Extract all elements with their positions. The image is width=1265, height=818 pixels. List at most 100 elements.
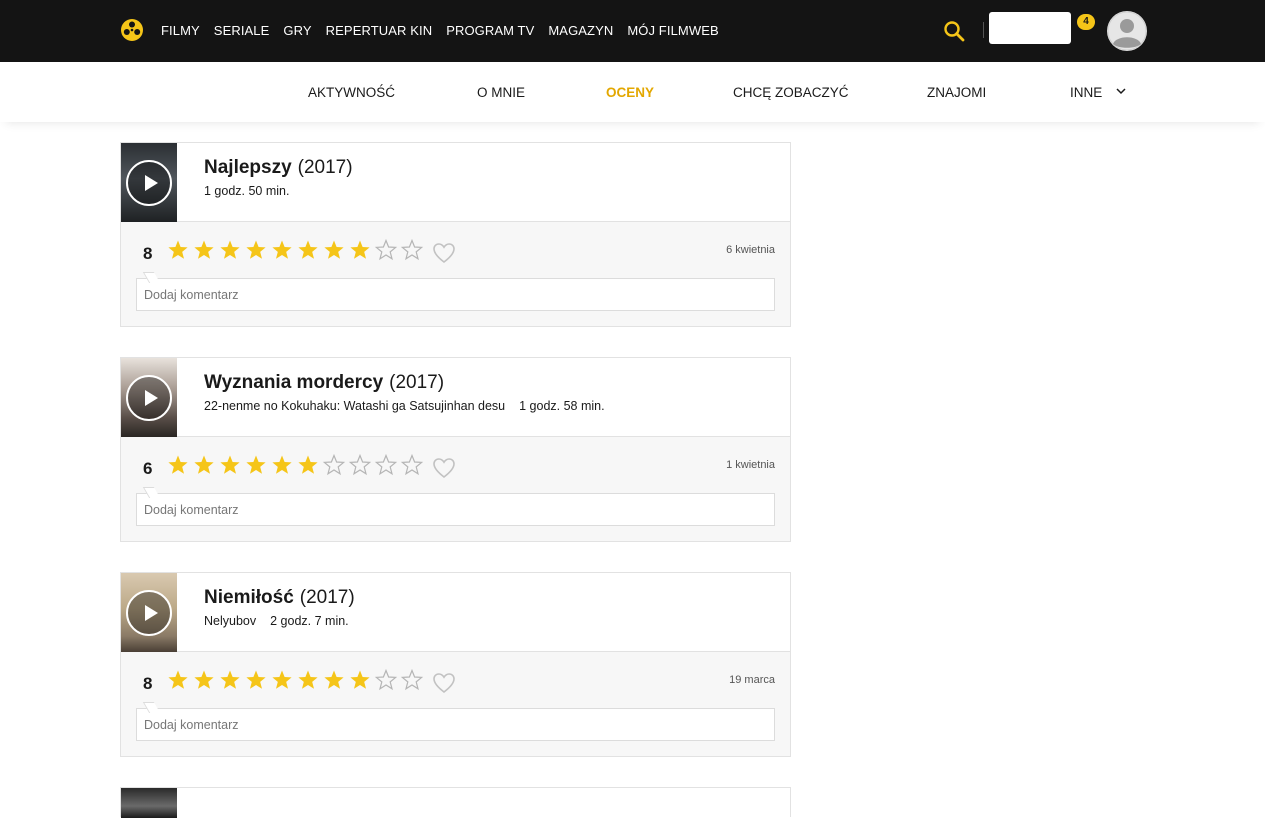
star-filled-icon[interactable] (243, 454, 269, 476)
star-empty-icon[interactable] (399, 239, 425, 261)
tab-oceny[interactable]: OCENY (606, 85, 654, 101)
tab-chce-zobaczyc[interactable]: CHCĘ ZOBACZYĆ (733, 85, 849, 101)
star-filled-icon[interactable] (165, 669, 191, 691)
user-icon (1107, 11, 1147, 51)
rating-card (120, 787, 791, 818)
star-empty-icon[interactable] (399, 454, 425, 476)
rating-score: 8 (143, 244, 153, 263)
star-filled-icon[interactable] (269, 669, 295, 691)
heart-icon[interactable] (432, 672, 456, 694)
movie-meta: 22-nenme no Kokuhaku: Watashi ga Satsuji… (204, 399, 605, 413)
movie-poster[interactable] (121, 573, 177, 652)
rating-date: 19 marca (729, 674, 775, 686)
movie-duration: 1 godz. 50 min. (204, 184, 290, 198)
star-filled-icon[interactable] (165, 454, 191, 476)
rating-card: Najlepszy (2017) 1 godz. 50 min. 8 6 kwie… (120, 142, 791, 327)
heart-icon[interactable] (432, 242, 456, 264)
nav-gry[interactable]: GRY (283, 22, 311, 40)
movie-year: (2017) (389, 372, 445, 393)
movie-year: (2017) (297, 157, 353, 178)
notification-badge: 4 (1077, 14, 1095, 30)
tab-o-mnie[interactable]: O MNIE (477, 85, 525, 101)
movie-title[interactable]: Wyznania mordercy (204, 372, 383, 393)
movie-duration: 2 godz. 7 min. (270, 614, 349, 628)
play-icon[interactable] (126, 160, 172, 206)
star-filled-icon[interactable] (217, 239, 243, 261)
star-filled-icon[interactable] (217, 454, 243, 476)
play-icon[interactable] (126, 590, 172, 636)
nav-program-tv[interactable]: PROGRAM TV (446, 22, 534, 40)
movie-title-row: Niemiłość (2017) (204, 587, 355, 609)
movie-poster[interactable] (121, 788, 177, 818)
heart-icon[interactable] (432, 457, 456, 479)
nav-magazyn[interactable]: MAGAZYN (548, 22, 613, 40)
star-filled-icon[interactable] (295, 454, 321, 476)
rating-score: 6 (143, 459, 153, 478)
movie-title[interactable]: Najlepszy (204, 157, 292, 178)
movie-poster[interactable] (121, 358, 177, 437)
star-filled-icon[interactable] (347, 239, 373, 261)
star-filled-icon[interactable] (295, 239, 321, 261)
comment-input[interactable]: Dodaj komentarz (136, 493, 775, 526)
comment-input[interactable]: Dodaj komentarz (136, 708, 775, 741)
rating-date: 1 kwietnia (726, 459, 775, 471)
star-filled-icon[interactable] (321, 669, 347, 691)
star-filled-icon[interactable] (295, 669, 321, 691)
rating-card-header: Niemiłość (2017) Nelyubov 2 godz. 7 min. (121, 573, 790, 652)
star-filled-icon[interactable] (347, 669, 373, 691)
avatar[interactable] (1107, 11, 1147, 51)
star-filled-icon[interactable] (165, 239, 191, 261)
movie-poster[interactable] (121, 143, 177, 222)
rating-card-header: Wyznania mordercy (2017) 22-nenme no Koku… (121, 358, 790, 437)
profile-tabs: AKTYWNOŚĆ O MNIE OCENY CHCĘ ZOBACZYĆ ZNA… (0, 62, 1265, 122)
star-empty-icon[interactable] (373, 669, 399, 691)
rating-card-body: 8 19 marca Dodaj komentarz (121, 652, 790, 756)
star-filled-icon[interactable] (321, 239, 347, 261)
star-filled-icon[interactable] (243, 239, 269, 261)
rating-card-body: 8 6 kwietnia Dodaj komentarz (121, 222, 790, 326)
top-bar: FILMY SERIALE GRY REPERTUAR KIN PROGRAM … (0, 0, 1265, 62)
nav-filmy[interactable]: FILMY (161, 22, 200, 40)
rating-stars[interactable] (165, 454, 425, 476)
notifications-button[interactable] (989, 12, 1071, 44)
comment-input[interactable]: Dodaj komentarz (136, 278, 775, 311)
star-filled-icon[interactable] (269, 239, 295, 261)
movie-duration: 1 godz. 58 min. (519, 399, 605, 413)
nav-moj-filmweb[interactable]: MÓJ FILMWEB (627, 22, 718, 40)
rating-stars[interactable] (165, 669, 425, 691)
movie-meta: 1 godz. 50 min. (204, 184, 289, 198)
search-icon[interactable] (943, 20, 965, 42)
rating-card: Niemiłość (2017) Nelyubov 2 godz. 7 min. 8… (120, 572, 791, 757)
movie-meta: Nelyubov 2 godz. 7 min. (204, 614, 349, 628)
tab-inne-label: INNE (1070, 85, 1103, 100)
tab-znajomi[interactable]: ZNAJOMI (927, 85, 986, 101)
star-empty-icon[interactable] (347, 454, 373, 476)
tab-aktywnosc[interactable]: AKTYWNOŚĆ (308, 85, 395, 101)
nav-seriale[interactable]: SERIALE (214, 22, 270, 40)
star-filled-icon[interactable] (269, 454, 295, 476)
star-empty-icon[interactable] (321, 454, 347, 476)
rating-card-body: 6 1 kwietnia Dodaj komentarz (121, 437, 790, 541)
movie-title-row: Wyznania mordercy (2017) (204, 372, 444, 394)
star-filled-icon[interactable] (191, 669, 217, 691)
star-empty-icon[interactable] (399, 669, 425, 691)
rating-score: 8 (143, 674, 153, 693)
nav-repertuar-kin[interactable]: REPERTUAR KIN (326, 22, 433, 40)
tab-inne[interactable]: INNE (1070, 85, 1126, 101)
play-icon[interactable] (126, 375, 172, 421)
star-empty-icon[interactable] (373, 239, 399, 261)
star-filled-icon[interactable] (191, 454, 217, 476)
star-filled-icon[interactable] (243, 669, 269, 691)
filmweb-logo-icon[interactable] (120, 18, 144, 42)
star-empty-icon[interactable] (373, 454, 399, 476)
star-filled-icon[interactable] (191, 239, 217, 261)
movie-original-title: 22-nenme no Kokuhaku: Watashi ga Satsuji… (204, 399, 506, 413)
rating-card-header: Najlepszy (2017) 1 godz. 50 min. (121, 143, 790, 222)
movie-year: (2017) (299, 587, 355, 608)
rating-card: Wyznania mordercy (2017) 22-nenme no Koku… (120, 357, 791, 542)
movie-title-row: Najlepszy (2017) (204, 157, 353, 179)
star-filled-icon[interactable] (217, 669, 243, 691)
rating-stars[interactable] (165, 239, 425, 261)
main-nav: FILMY SERIALE GRY REPERTUAR KIN PROGRAM … (161, 22, 733, 40)
movie-title[interactable]: Niemiłość (204, 587, 294, 608)
